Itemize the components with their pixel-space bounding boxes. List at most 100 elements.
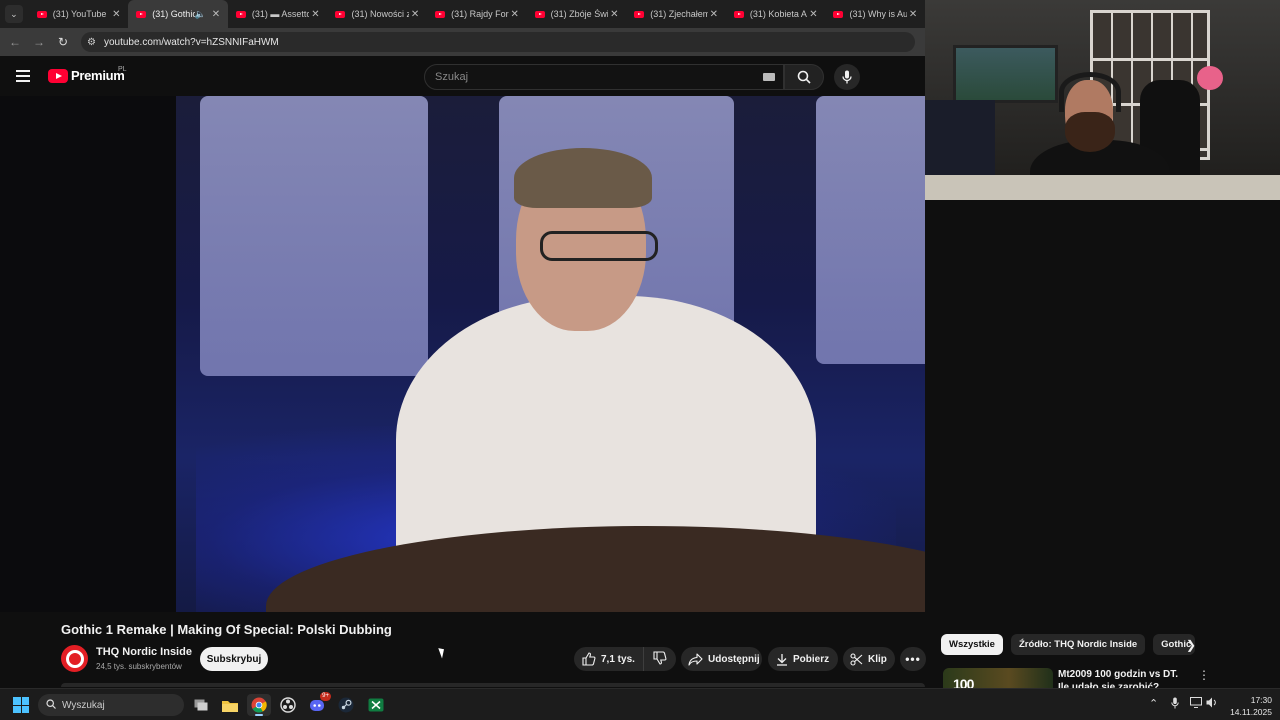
close-tab-icon[interactable]: ✕ [907, 9, 919, 20]
chevron-right-icon[interactable]: ❯ [1186, 638, 1196, 652]
clock-date: 14.11.2025 [1230, 707, 1272, 717]
close-tab-icon[interactable]: ✕ [309, 9, 321, 20]
excel-icon[interactable] [364, 694, 388, 716]
share-label: Udostępnij [708, 653, 760, 665]
browser-tab[interactable]: (31) Nowości z ✕ [327, 0, 427, 28]
browser-tab[interactable]: (31) Zjechałem ✕ [626, 0, 726, 28]
webcam-desk [925, 175, 1280, 200]
back-arrow-icon[interactable]: ← [3, 35, 27, 49]
close-tab-icon[interactable]: ✕ [110, 9, 122, 20]
browser-tab[interactable]: (31) YouTube ✕ [29, 0, 129, 28]
description-box[interactable] [61, 683, 925, 687]
browser-tab[interactable]: (31) Zbóje Świ ✕ [527, 0, 627, 28]
youtube-favicon-icon [235, 10, 246, 18]
like-count: 7,1 tys. [601, 653, 635, 665]
chip-source-channel[interactable]: Źródło: THQ Nordic Inside [1010, 634, 1146, 655]
thumbnail-text: 100 [953, 676, 974, 688]
tab-label: (31) Gothic [152, 9, 195, 19]
clip-button[interactable]: Klip [843, 647, 895, 671]
webcam-pink-figure [1197, 66, 1223, 90]
download-icon [776, 653, 788, 666]
youtube-premium-logo[interactable]: Premium [48, 68, 125, 83]
chrome-icon[interactable] [247, 694, 271, 716]
taskbar-search-input[interactable]: Wyszukaj [38, 694, 184, 716]
webcam-headset [1059, 72, 1121, 112]
webcam-person-beard [1065, 112, 1115, 152]
hamburger-menu-icon[interactable] [16, 70, 30, 82]
person-glasses [540, 231, 658, 261]
system-clock[interactable]: 17:30 14.11.2025 [1226, 694, 1272, 718]
task-view-icon[interactable] [189, 694, 213, 716]
clock-time: 17:30 [1250, 695, 1272, 705]
person-hair [514, 148, 652, 208]
mouse-cursor-icon [438, 646, 447, 659]
channel-name[interactable]: THQ Nordic Inside [96, 646, 192, 658]
microphone-tray-icon[interactable] [1171, 697, 1179, 712]
youtube-favicon-icon [833, 10, 844, 18]
url-text: youtube.com/watch?v=hZSNNIFaHWM [103, 36, 279, 48]
browser-tab-strip: ⌄ (31) YouTube ✕ (31) Gothic 🔈 ✕ (31) ▬ Ass… [0, 0, 925, 28]
search-placeholder: Szukaj [435, 71, 469, 83]
thumbs-up-icon [582, 652, 596, 666]
voice-search-button[interactable] [834, 64, 860, 90]
steam-icon[interactable] [334, 694, 358, 716]
browser-tab-active[interactable]: (31) Gothic 🔈 ✕ [128, 0, 228, 28]
more-horizontal-icon: ••• [905, 652, 921, 666]
obs-icon[interactable] [276, 694, 300, 716]
clip-label: Klip [868, 653, 887, 665]
browser-toolbar: ← → ↻ ⚙ youtube.com/watch?v=hZSNNIFaHWM [0, 28, 925, 56]
show-hidden-icons-chevron-icon[interactable]: ⌃ [1149, 697, 1158, 710]
site-settings-icon[interactable]: ⚙ [87, 37, 96, 48]
reload-icon[interactable]: ↻ [51, 35, 75, 49]
tab-search-dropdown-icon[interactable]: ⌄ [5, 5, 23, 23]
windows-start-icon[interactable] [13, 697, 29, 713]
browser-tab[interactable]: (31) Why is Au ✕ [825, 0, 925, 28]
audio-playing-icon[interactable]: 🔈 [195, 9, 206, 20]
youtube-favicon-icon [435, 10, 446, 18]
tab-label: (31) Zbóje Świ [550, 9, 609, 19]
microphone-icon [842, 70, 852, 84]
subscribe-button[interactable]: Subskrybuj [200, 647, 268, 671]
recommendation-title[interactable]: Mt2009 100 godzin vs DT. Ile udało się z… [1058, 668, 1188, 688]
browser-tab[interactable]: (31) Rajdy Forr ✕ [427, 0, 527, 28]
close-tab-icon[interactable]: ✕ [807, 9, 819, 20]
share-button[interactable]: Udostępnij [681, 647, 762, 671]
video-player[interactable] [0, 96, 925, 612]
address-bar[interactable]: ⚙ youtube.com/watch?v=hZSNNIFaHWM [81, 32, 915, 52]
tab-label: (31) Rajdy Forr [451, 9, 509, 19]
keyboard-icon[interactable] [763, 73, 775, 81]
recommendation-thumbnail[interactable]: 100 [943, 668, 1053, 688]
youtube-logo-icon [48, 68, 68, 83]
close-tab-icon[interactable]: ✕ [509, 9, 521, 20]
download-button[interactable]: Pobierz [768, 647, 838, 671]
tab-label: (31) YouTube [52, 9, 107, 19]
browser-tab[interactable]: (31) Kobieta Au ✕ [726, 0, 826, 28]
browser-tab[interactable]: (31) ▬ Assetto ✕ [228, 0, 328, 28]
close-tab-icon[interactable]: ✕ [409, 9, 421, 20]
more-actions-button[interactable]: ••• [900, 647, 926, 671]
like-button[interactable]: 7,1 tys. [574, 647, 644, 671]
volume-icon[interactable] [1206, 697, 1218, 711]
forward-arrow-icon[interactable]: → [27, 35, 51, 49]
channel-avatar[interactable] [61, 645, 88, 672]
region-label: PL [118, 66, 127, 73]
search-button[interactable] [784, 64, 824, 90]
close-tab-icon[interactable]: ✕ [608, 9, 620, 20]
webcam-overlay [925, 0, 1280, 200]
dislike-button[interactable] [644, 650, 676, 668]
close-tab-icon[interactable]: ✕ [210, 9, 222, 20]
search-input[interactable]: Szukaj [424, 64, 784, 90]
webcam-aquarium [953, 45, 1058, 103]
more-vertical-icon[interactable]: ⋮ [1198, 668, 1210, 682]
file-explorer-icon[interactable] [218, 694, 242, 716]
filter-chips: Wszystkie Źródło: THQ Nordic Inside Goth… [941, 634, 1203, 656]
youtube-favicon-icon [733, 10, 744, 18]
taskbar-search-placeholder: Wyszukaj [62, 699, 105, 711]
video-title: Gothic 1 Remake | Making Of Special: Pol… [61, 622, 392, 637]
youtube-favicon-icon [136, 10, 147, 18]
chip-all[interactable]: Wszystkie [941, 634, 1003, 655]
acoustic-panel [816, 96, 925, 364]
close-tab-icon[interactable]: ✕ [708, 9, 720, 20]
discord-icon[interactable]: 9+ [305, 692, 331, 716]
network-icon[interactable] [1190, 697, 1202, 711]
